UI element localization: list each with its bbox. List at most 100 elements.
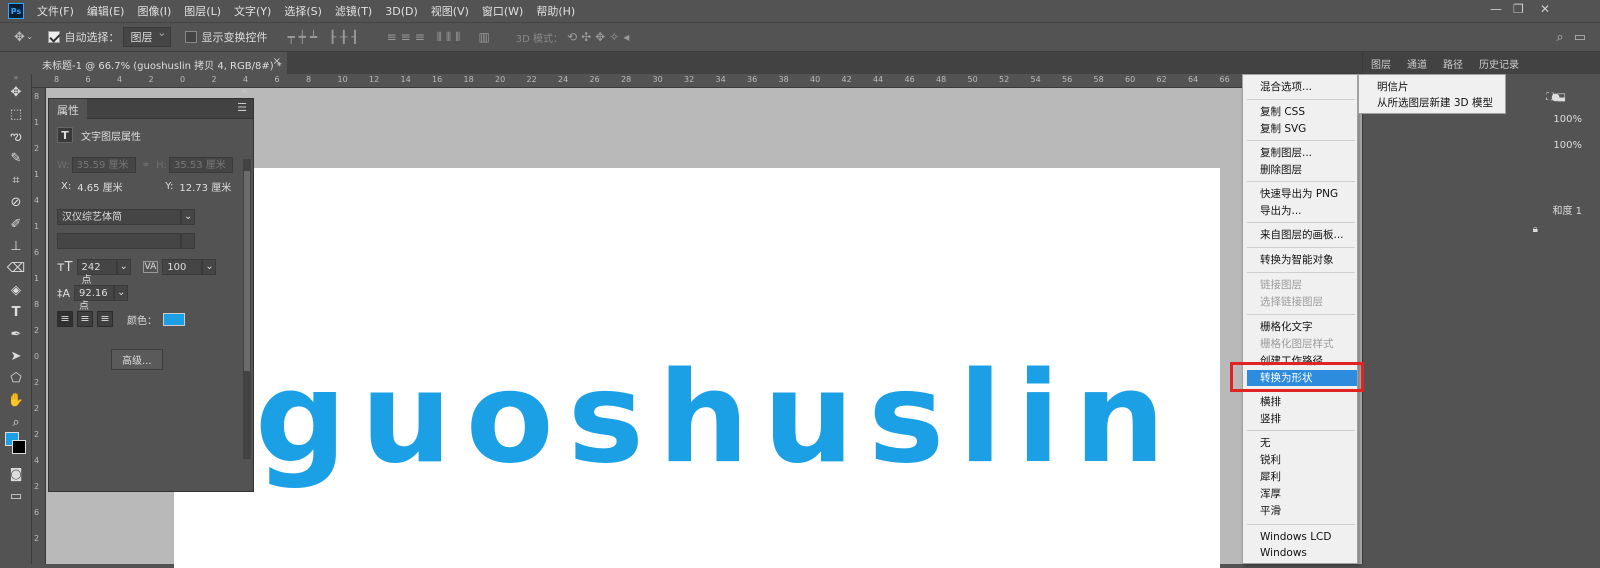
- screen-mode-icon[interactable]: ▭: [0, 486, 32, 508]
- context-menu-item[interactable]: 快速导出为 PNG: [1243, 186, 1357, 202]
- context-menu-item[interactable]: 锐利: [1243, 452, 1357, 468]
- brush-tool-icon[interactable]: ✐: [0, 214, 32, 236]
- context-menu-item[interactable]: 平滑: [1243, 503, 1357, 519]
- path-select-icon[interactable]: ➤: [0, 346, 32, 368]
- context-menu-item[interactable]: 复制 SVG: [1243, 121, 1357, 137]
- submenu-item-new-3d-model[interactable]: 从所选图层新建 3D 模型: [1359, 95, 1493, 111]
- eyedropper-icon[interactable]: ⊘: [0, 192, 32, 214]
- tab-paths[interactable]: 路径: [1435, 52, 1471, 74]
- auto-select-dropdown[interactable]: 图层: [123, 26, 172, 47]
- minimize-icon[interactable]: —: [1490, 2, 1502, 16]
- panel-scrollbar[interactable]: [243, 159, 251, 459]
- document-tab[interactable]: 未标题-1 @ 66.7% (guoshuslin 拷贝 4, RGB/8#) …: [32, 52, 287, 74]
- menu-edit[interactable]: 编辑(E): [87, 3, 125, 19]
- font-style-dropdown[interactable]: [181, 233, 195, 249]
- context-menu-item[interactable]: 导出为...: [1243, 203, 1357, 219]
- menu-filter[interactable]: 滤镜(T): [335, 3, 372, 19]
- chevron-down-icon[interactable]: ⌄: [26, 32, 34, 42]
- align-left-icon[interactable]: ≡: [57, 311, 73, 327]
- context-menu-item[interactable]: 转换为智能对象: [1243, 252, 1357, 268]
- text-color-swatch[interactable]: [163, 312, 185, 326]
- link-icon[interactable]: ⚭: [142, 160, 150, 171]
- quick-mask-icon[interactable]: ◙: [0, 464, 32, 486]
- zoom-tool-icon[interactable]: ⌕: [0, 412, 32, 434]
- menu-3d[interactable]: 3D(D): [385, 5, 418, 18]
- background-color-swatch[interactable]: [12, 440, 26, 454]
- font-style-field[interactable]: [57, 233, 181, 249]
- marquee-tool-icon[interactable]: ⬚: [0, 104, 32, 126]
- tab-channels[interactable]: 通道: [1399, 52, 1435, 74]
- menu-layer[interactable]: 图层(L): [184, 3, 221, 19]
- search-icon[interactable]: ⌕: [1556, 30, 1563, 45]
- height-field[interactable]: 35.53 厘米: [168, 157, 233, 173]
- context-menu-item[interactable]: 栅格化文字: [1243, 319, 1357, 335]
- close-window-icon[interactable]: ✕: [1540, 2, 1550, 16]
- align-center-icon[interactable]: ≡: [77, 311, 93, 327]
- canvas-text-layer[interactable]: guoshuslin: [255, 356, 1179, 481]
- filter-toggle-icon[interactable]: ●: [1551, 92, 1560, 103]
- layer-name-fragment[interactable]: 和度 1: [1552, 202, 1582, 217]
- paint-bucket-icon[interactable]: ◈: [0, 280, 32, 302]
- hand-tool-icon[interactable]: ✋: [0, 390, 32, 412]
- auto-select-checkbox[interactable]: [48, 31, 61, 43]
- chevron-down-icon[interactable]: ⌄: [116, 259, 131, 275]
- menu-type[interactable]: 文字(Y): [234, 3, 271, 19]
- eraser-tool-icon[interactable]: ⌫: [0, 258, 32, 280]
- move-tool-icon[interactable]: ✥: [14, 30, 25, 45]
- submenu-item-postcard[interactable]: 明信片: [1359, 79, 1409, 95]
- chevron-down-icon[interactable]: ⌄: [114, 285, 129, 301]
- chevron-down-icon[interactable]: ⌄: [181, 209, 195, 225]
- context-menu-item[interactable]: Windows: [1243, 545, 1357, 561]
- close-tab-icon[interactable]: ×: [273, 56, 281, 67]
- panel-menu-icon[interactable]: ☰: [237, 101, 247, 114]
- context-menu-item[interactable]: 混合选项...: [1243, 79, 1357, 95]
- tracking-field[interactable]: 100: [162, 259, 203, 275]
- context-menu-item[interactable]: 来自图层的画板...: [1243, 227, 1357, 243]
- font-family-field[interactable]: 汉仪综艺体简: [57, 209, 181, 225]
- width-field[interactable]: 35.59 厘米: [71, 157, 136, 173]
- context-menu-item[interactable]: 无: [1243, 435, 1357, 451]
- menu-help[interactable]: 帮助(H): [536, 3, 575, 19]
- pen-tool-icon[interactable]: ✒: [0, 324, 32, 346]
- context-menu-item[interactable]: 横排: [1243, 394, 1357, 410]
- leading-field[interactable]: 92.16 点: [74, 285, 115, 312]
- tab-properties[interactable]: 属性: [49, 99, 87, 119]
- menu-view[interactable]: 视图(V): [431, 3, 469, 19]
- context-menu-item[interactable]: 竖排: [1243, 411, 1357, 427]
- stamp-tool-icon[interactable]: ⊥: [0, 236, 32, 258]
- menu-image[interactable]: 图像(I): [137, 3, 171, 19]
- lasso-tool-icon[interactable]: ఌ: [0, 126, 32, 148]
- type-tool-icon[interactable]: T: [0, 302, 32, 324]
- move-tool-icon[interactable]: ✥: [0, 82, 32, 104]
- tab-layers[interactable]: 图层: [1363, 52, 1399, 74]
- shape-tool-icon[interactable]: ⬠: [0, 368, 32, 390]
- align-right-icon[interactable]: ≡: [97, 311, 113, 327]
- collapse-icon[interactable]: »: [0, 74, 32, 82]
- 3d-mode-icons[interactable]: ⟲✣✥✧◂: [567, 30, 633, 44]
- menu-window[interactable]: 窗口(W): [482, 3, 523, 19]
- font-size-field[interactable]: 242 点: [76, 259, 117, 286]
- x-field[interactable]: 4.65 厘米: [77, 179, 143, 194]
- scrollbar-thumb[interactable]: [244, 171, 250, 371]
- y-field[interactable]: 12.73 厘米: [179, 179, 231, 194]
- align-icons[interactable]: ┯┿┷ ┠╂┨: [287, 30, 362, 44]
- crop-tool-icon[interactable]: ⌗: [0, 170, 32, 192]
- restore-icon[interactable]: ❐: [1513, 2, 1524, 16]
- show-transform-checkbox[interactable]: [185, 31, 198, 43]
- advanced-button[interactable]: 高级...: [111, 349, 163, 370]
- auto-align-icon[interactable]: ▥: [478, 30, 493, 44]
- context-menu-item[interactable]: 复制图层...: [1243, 145, 1357, 161]
- chevron-down-icon[interactable]: ⌄: [202, 259, 217, 275]
- context-menu-item[interactable]: 犀利: [1243, 469, 1357, 485]
- context-menu-item[interactable]: 复制 CSS: [1243, 104, 1357, 120]
- context-menu-item[interactable]: 浑厚: [1243, 486, 1357, 502]
- magic-wand-icon[interactable]: ✎: [0, 148, 32, 170]
- fill-value[interactable]: 100%: [1553, 140, 1582, 151]
- context-menu-item[interactable]: 删除图层: [1243, 162, 1357, 178]
- workspace-icon[interactable]: ▭: [1574, 30, 1586, 45]
- distribute-icons[interactable]: ≡≡≡ ⦀⦀⦀: [387, 30, 465, 45]
- menu-file[interactable]: 文件(F): [37, 3, 74, 19]
- context-menu-item[interactable]: Windows LCD: [1243, 529, 1357, 545]
- tab-history[interactable]: 历史记录: [1471, 52, 1527, 74]
- opacity-value[interactable]: 100%: [1553, 114, 1582, 125]
